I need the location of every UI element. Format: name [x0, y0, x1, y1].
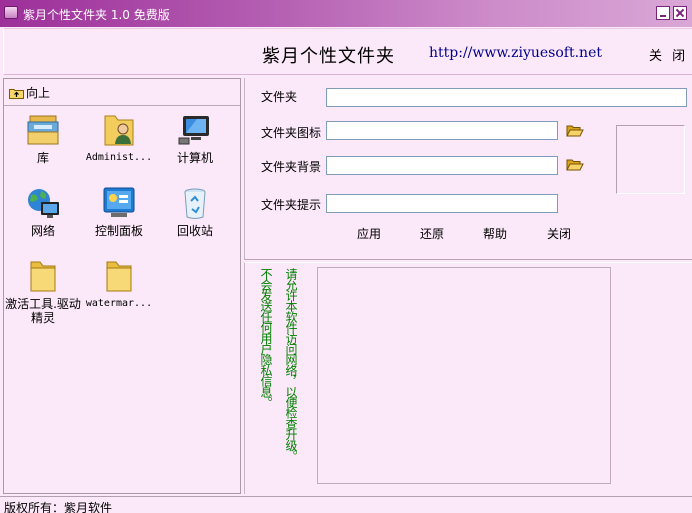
item-label: 控制面板	[94, 224, 143, 238]
close-window-button[interactable]	[673, 6, 687, 20]
item-label: watermar...	[85, 298, 153, 309]
folder-input[interactable]	[326, 88, 687, 107]
item-label: Administ...	[85, 152, 153, 163]
open-folder-icon	[566, 159, 584, 171]
copyright-text: 版权所有：紫月软件	[4, 501, 113, 513]
navigation-bar: 向上	[4, 79, 240, 106]
recycle-bin-icon	[177, 185, 213, 221]
apply-button[interactable]: 应用	[357, 225, 381, 242]
title-bar[interactable]: 紫月个性文件夹 1.0 免费版	[0, 0, 692, 27]
network-notice: 请允许本软件访问网络，以便检查升级。	[284, 268, 298, 461]
computer-icon	[177, 112, 213, 148]
list-item[interactable]: 库	[5, 112, 81, 165]
header-close-button[interactable]: 关 闭	[649, 45, 688, 64]
item-label: 网络	[30, 224, 55, 238]
user-folder-icon	[101, 112, 137, 148]
folder-tip-input[interactable]	[326, 194, 558, 213]
control-panel-icon	[101, 185, 137, 221]
up-button[interactable]: 向上	[9, 84, 50, 101]
list-item[interactable]: 计算机	[157, 112, 233, 165]
list-item[interactable]: 网络	[5, 185, 81, 238]
browse-background-button[interactable]	[566, 157, 584, 173]
folder-icon	[25, 258, 61, 294]
list-item[interactable]: 控制面板	[81, 185, 157, 238]
website-link[interactable]: http://www.ziyuesoft.net	[429, 45, 602, 61]
folder-background-input[interactable]	[326, 156, 558, 175]
restore-button[interactable]: 还原	[420, 225, 444, 242]
settings-form: 文件夹 文件夹图标 文件夹背景 文件夹提示 应用 还原 帮助 关闭	[244, 78, 692, 260]
icon-preview	[616, 125, 685, 194]
list-item[interactable]: watermar...	[81, 258, 157, 311]
folder-browser: 向上 库 Administ... 计算机 网络 控制面板 回收站 激活工具.驱动…	[3, 78, 241, 494]
folder-tip-label: 文件夹提示	[261, 198, 322, 212]
item-label: 库	[36, 151, 49, 165]
close-button[interactable]: 关闭	[547, 225, 571, 242]
help-button[interactable]: 帮助	[483, 225, 507, 242]
up-label: 向上	[26, 86, 51, 100]
header: 紫月个性文件夹 http://www.ziyuesoft.net 关 闭	[3, 28, 692, 75]
folder-background-label: 文件夹背景	[261, 160, 322, 174]
item-label: 计算机	[176, 151, 213, 165]
folder-up-icon	[9, 87, 24, 99]
minimize-button[interactable]	[656, 6, 670, 20]
folder-icon-input[interactable]	[326, 121, 558, 140]
item-label: 回收站	[176, 224, 213, 238]
folder-icon	[101, 258, 137, 294]
folder-icon-label: 文件夹图标	[261, 126, 322, 140]
status-bar: 版权所有：紫月软件	[0, 496, 692, 513]
library-icon	[25, 112, 61, 148]
app-heading: 紫月个性文件夹	[262, 46, 395, 67]
item-label: 激活工具.驱动精灵	[5, 297, 81, 325]
browse-icon-button[interactable]	[566, 123, 584, 139]
notice-area	[317, 267, 611, 484]
app-icon	[4, 6, 18, 19]
folder-label: 文件夹	[261, 90, 298, 104]
list-item[interactable]: 回收站	[157, 185, 233, 238]
network-icon	[25, 185, 61, 221]
icon-grid: 库 Administ... 计算机 网络 控制面板 回收站 激活工具.驱动精灵 …	[4, 107, 240, 493]
notice-panel: 不会发送任何用户隐私信息。 请允许本软件访问网络，以便检查升级。	[244, 262, 692, 494]
privacy-notice: 不会发送任何用户隐私信息。	[259, 268, 273, 408]
list-item[interactable]: 激活工具.驱动精灵	[5, 258, 81, 325]
list-item[interactable]: Administ...	[81, 112, 157, 165]
open-folder-icon	[566, 125, 584, 137]
window-title: 紫月个性文件夹 1.0 免费版	[23, 8, 170, 22]
